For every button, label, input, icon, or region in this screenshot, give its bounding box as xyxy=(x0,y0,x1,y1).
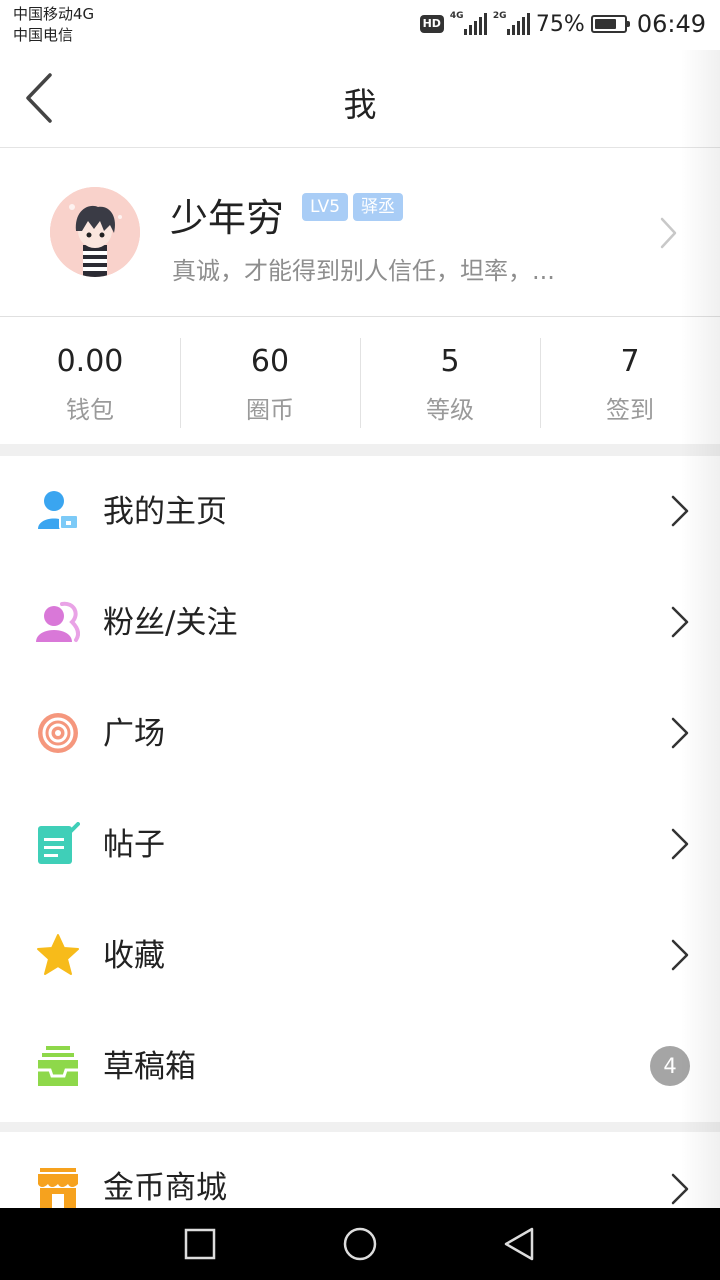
menu-label: 粉丝/关注 xyxy=(103,605,238,641)
back-triangle-icon[interactable] xyxy=(502,1226,538,1262)
stat-value: 0.00 xyxy=(56,344,124,379)
chevron-right-icon xyxy=(671,1173,689,1205)
chevron-right-icon xyxy=(671,828,689,860)
section-divider xyxy=(0,444,720,456)
stat-wallet[interactable]: 0.00 钱包 xyxy=(0,318,180,444)
menu-label: 收藏 xyxy=(103,938,165,974)
stat-label: 钱包 xyxy=(66,396,114,424)
stat-label: 圈币 xyxy=(246,396,294,424)
hd-voice-icon: HD xyxy=(419,15,444,33)
status-indicators: HD 4G 2G 75% 06:49 xyxy=(419,8,706,40)
avatar-image xyxy=(50,187,140,277)
title-badge: 驿丞 xyxy=(353,193,403,221)
menu-label: 金币商城 xyxy=(103,1170,227,1206)
nickname: 少年穷 xyxy=(170,196,285,240)
signal-4g-icon: 4G xyxy=(449,11,487,35)
menu-label: 广场 xyxy=(103,716,165,752)
status-bar: 中国移动4G 中国电信 HD 4G 2G 75% 06:49 xyxy=(0,0,720,50)
clock: 06:49 xyxy=(636,10,706,38)
menu-item-coin-shop[interactable]: 金币商城 xyxy=(0,1132,720,1208)
section-divider xyxy=(0,1122,720,1132)
net-type-2: 2G xyxy=(492,11,507,21)
net-type-1: 4G xyxy=(449,11,464,21)
shop-icon xyxy=(38,1168,78,1208)
battery-icon xyxy=(590,15,630,33)
stat-value: 60 xyxy=(250,344,290,379)
home-circle-icon[interactable] xyxy=(342,1226,378,1262)
post-icon xyxy=(38,822,80,864)
stat-level[interactable]: 5 等级 xyxy=(360,318,540,444)
star-icon xyxy=(37,934,79,975)
signal-2g-icon: 2G xyxy=(492,11,530,35)
recent-apps-icon[interactable] xyxy=(182,1226,218,1262)
drafts-inbox-icon xyxy=(38,1046,78,1086)
page-title: 我 xyxy=(343,85,377,124)
system-nav-bar xyxy=(0,1208,720,1280)
level-badge: LV5 xyxy=(302,193,349,221)
stat-checkin[interactable]: 7 签到 xyxy=(540,318,720,444)
chevron-right-icon xyxy=(671,495,689,527)
user-home-icon xyxy=(38,491,79,530)
target-icon xyxy=(38,713,78,753)
stat-value: 7 xyxy=(620,344,640,379)
signature: 真诚，才能得到别人信任，坦率，... xyxy=(172,257,555,285)
carrier-1: 中国移动4G xyxy=(13,5,95,23)
menu-item-square[interactable]: 广场 xyxy=(0,678,720,789)
stat-label: 签到 xyxy=(606,396,654,424)
menu-label: 草稿箱 xyxy=(103,1049,196,1085)
menu-item-posts[interactable]: 帖子 xyxy=(0,789,720,900)
carrier-info: 中国移动4G 中国电信 xyxy=(13,4,94,46)
stat-label: 等级 xyxy=(426,396,474,424)
draft-count-badge: 4 xyxy=(650,1046,690,1086)
menu-item-drafts[interactable]: 草稿箱 4 xyxy=(0,1011,720,1122)
stat-value: 5 xyxy=(440,344,460,379)
avatar[interactable] xyxy=(50,187,140,277)
menu-list: 我的主页 粉丝/关注 广场 帖子 收藏 草稿箱 4 xyxy=(0,456,720,1122)
stats-row: 0.00 钱包 60 圈币 5 等级 7 签到 xyxy=(0,318,720,444)
menu-label: 帖子 xyxy=(103,827,165,863)
menu-item-favorites[interactable]: 收藏 xyxy=(0,900,720,1011)
fans-icon xyxy=(36,601,80,642)
menu-item-homepage[interactable]: 我的主页 xyxy=(0,456,720,567)
battery-percent: 75% xyxy=(535,11,585,37)
chevron-right-icon xyxy=(660,217,677,249)
chevron-right-icon xyxy=(671,717,689,749)
chevron-right-icon xyxy=(671,939,689,971)
menu-label: 我的主页 xyxy=(103,494,227,530)
profile-card[interactable]: 少年穷 LV5 驿丞 真诚，才能得到别人信任，坦率，... xyxy=(0,149,720,317)
carrier-2: 中国电信 xyxy=(13,26,74,44)
app-header: 我 xyxy=(0,50,720,148)
stat-coins[interactable]: 60 圈币 xyxy=(180,318,360,444)
chevron-right-icon xyxy=(671,606,689,638)
menu-list-secondary: 金币商城 xyxy=(0,1132,720,1208)
menu-item-fans[interactable]: 粉丝/关注 xyxy=(0,567,720,678)
